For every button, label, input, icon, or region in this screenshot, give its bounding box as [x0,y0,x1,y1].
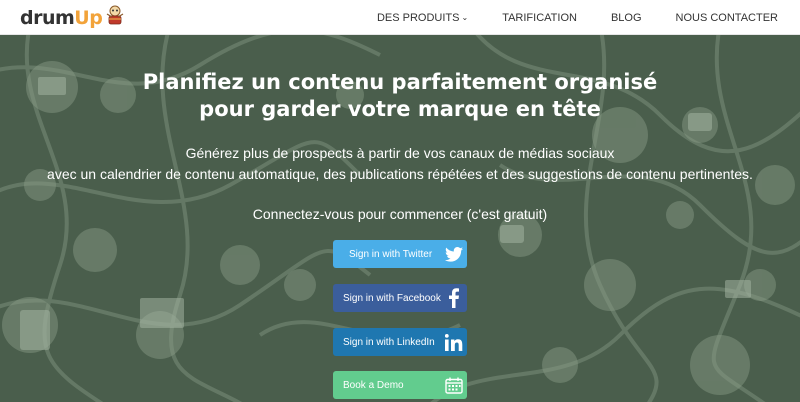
linkedin-in-icon [441,328,467,356]
hero-subtitle-line2: avec un calendrier de contenu automatiqu… [47,166,753,182]
drumup-mascot-icon [105,5,125,32]
hero-subtitle-line1: Générez plus de prospects à partir de vo… [185,145,615,161]
drumup-logo[interactable]: drumUp [20,5,125,32]
calendar-icon [441,371,467,399]
logo-wordmark: drumUp [20,7,103,29]
twitter-button-label: Sign in with Twitter [349,248,433,260]
hero-subtitle: Générez plus de prospects à partir de vo… [0,143,800,185]
nav-pricing[interactable]: TARIFICATION [502,12,577,24]
hero-section: Planifiez un contenu parfaitement organi… [0,35,800,402]
sign-in-linkedin-button[interactable]: Sign in with LinkedIn [333,328,467,356]
hero-title-line1: Planifiez un contenu parfaitement organi… [142,70,658,94]
nav-products-label: DES PRODUITS [376,11,460,24]
nav-products[interactable]: DES PRODUITS ⌄ [377,12,468,24]
nav-blog[interactable]: BLOG [611,12,642,24]
linkedin-button-label: Sign in with LinkedIn [343,336,435,348]
twitter-bird-icon [441,240,467,268]
chevron-down-icon: ⌄ [461,13,469,22]
facebook-button-label: Sign in with Facebook [343,292,441,304]
nav-contact[interactable]: NOUS CONTACTER [676,12,778,24]
hero-title: Planifiez un contenu parfaitement organi… [0,69,800,123]
cta-text: Connectez-vous pour commencer (c'est gra… [252,206,548,222]
demo-button-label: Book a Demo [343,379,404,391]
hero-title-line2: pour garder votre marque en tête [199,97,601,121]
main-nav: DES PRODUITS ⌄ TARIFICATION BLOG NOUS CO… [343,0,778,35]
sign-in-facebook-button[interactable]: Sign in with Facebook [333,284,467,312]
top-navbar: drumUp DES PRODUITS ⌄ TARIFICATION BLOG … [0,0,800,35]
facebook-f-icon [441,284,467,312]
book-demo-button[interactable]: Book a Demo [333,371,467,399]
sign-in-twitter-button[interactable]: Sign in with Twitter [333,240,467,268]
